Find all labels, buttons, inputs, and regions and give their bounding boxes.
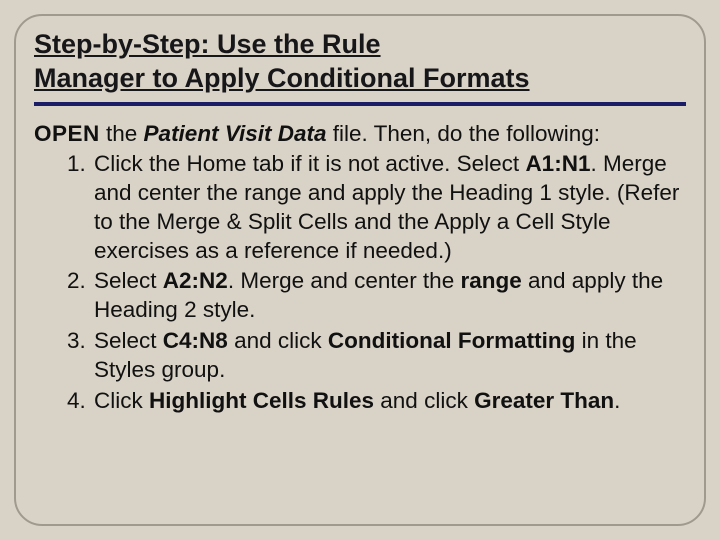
step2-rangeword: range bbox=[460, 268, 521, 293]
step2-range: A2:N2 bbox=[163, 268, 228, 293]
step-1: Click the Home tab if it is not active. … bbox=[92, 150, 686, 265]
intro-line: OPEN the Patient Visit Data file. Then, … bbox=[34, 120, 686, 149]
intro-t1: the bbox=[100, 121, 144, 146]
step4-cmd2: Greater Than bbox=[474, 388, 614, 413]
step1-range: A1:N1 bbox=[525, 151, 590, 176]
steps-list: Click the Home tab if it is not active. … bbox=[34, 150, 686, 415]
step-2: Select A2:N2. Merge and center the range… bbox=[92, 267, 686, 325]
file-name: Patient Visit Data bbox=[144, 121, 327, 146]
slide-title: Step-by-Step: Use the Rule Manager to Ap… bbox=[34, 28, 686, 102]
intro-t2: file. Then, do the following: bbox=[327, 121, 601, 146]
step1-t1: Click the Home tab if it is not active. … bbox=[94, 151, 525, 176]
step4-cmd1: Highlight Cells Rules bbox=[149, 388, 374, 413]
step4-t2: and click bbox=[374, 388, 474, 413]
step3-cmd: Conditional Formatting bbox=[328, 328, 575, 353]
title-underline bbox=[34, 102, 686, 106]
step4-t1: Click bbox=[94, 388, 149, 413]
step2-t2: . Merge and center the bbox=[228, 268, 461, 293]
step-4: Click Highlight Cells Rules and click Gr… bbox=[92, 387, 686, 416]
step3-t2: and click bbox=[228, 328, 328, 353]
step2-t1: Select bbox=[94, 268, 163, 293]
open-word: OPEN bbox=[34, 121, 100, 146]
step3-range: C4:N8 bbox=[163, 328, 228, 353]
title-line2: Manager to Apply Conditional Formats bbox=[34, 63, 530, 93]
step-3: Select C4:N8 and click Conditional Forma… bbox=[92, 327, 686, 385]
step3-t1: Select bbox=[94, 328, 163, 353]
step4-t3: . bbox=[614, 388, 620, 413]
slide-content: Step-by-Step: Use the Rule Manager to Ap… bbox=[34, 28, 686, 417]
title-line1: Step-by-Step: Use the Rule bbox=[34, 29, 381, 59]
